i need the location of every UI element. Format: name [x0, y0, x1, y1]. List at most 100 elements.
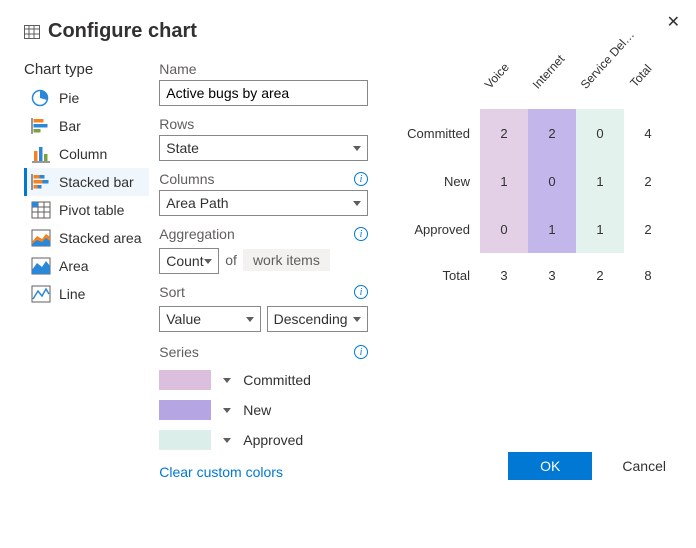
- preview-cell: 1: [576, 205, 624, 253]
- chart-type-area[interactable]: Area: [24, 252, 149, 280]
- chart-type-label: Column: [59, 146, 107, 162]
- preview-row: New1012: [404, 157, 672, 205]
- clear-custom-colors-link[interactable]: Clear custom colors: [159, 464, 283, 480]
- chevron-down-icon[interactable]: [223, 408, 231, 413]
- configure-chart-dialog: ✕ Configure chart Chart type Pie Bar Colum…: [0, 0, 696, 496]
- chart-type-bar[interactable]: Bar: [24, 112, 149, 140]
- chevron-down-icon: [246, 317, 254, 322]
- name-input[interactable]: [159, 80, 368, 106]
- name-label: Name: [159, 61, 368, 77]
- dialog-title: Configure chart: [48, 20, 197, 43]
- preview-row-label: Committed: [404, 126, 480, 141]
- column-chart-icon: [31, 145, 51, 163]
- sort-direction-value: Descending: [274, 311, 348, 327]
- preview-row-label: Total: [404, 268, 480, 283]
- chart-grid-icon: [24, 25, 40, 39]
- series-label: New: [243, 402, 271, 418]
- chart-type-heading: Chart type: [24, 61, 149, 78]
- chart-type-line[interactable]: Line: [24, 280, 149, 308]
- preview-cell: 1: [528, 205, 576, 253]
- sort-field-value: Value: [166, 311, 201, 327]
- preview-column-header: Internet: [518, 60, 561, 105]
- of-label: of: [225, 252, 237, 268]
- preview-cell: 0: [528, 157, 576, 205]
- rows-select[interactable]: State: [159, 135, 368, 161]
- pivot-chart-icon: [31, 201, 51, 219]
- series-label: Committed: [243, 372, 311, 388]
- series-item: Committed: [159, 370, 368, 390]
- preview-cell: 2: [528, 109, 576, 157]
- preview-row-label: Approved: [404, 222, 480, 237]
- rows-label: Rows: [159, 116, 194, 132]
- pie-chart-icon: [31, 89, 51, 107]
- series-item: New: [159, 400, 368, 420]
- ok-button[interactable]: OK: [508, 452, 592, 480]
- chevron-down-icon[interactable]: [223, 378, 231, 383]
- columns-select[interactable]: Area Path: [159, 190, 368, 216]
- dialog-footer: OK Cancel: [508, 452, 672, 480]
- chart-preview: VoiceInternetService Del…Total Committed…: [378, 61, 672, 480]
- columns-label: Columns: [159, 171, 214, 187]
- bar-chart-icon: [31, 117, 51, 135]
- info-icon[interactable]: i: [354, 172, 368, 186]
- chart-type-stacked-area[interactable]: Stacked area: [24, 224, 149, 252]
- aggregation-select[interactable]: Count: [159, 248, 219, 274]
- close-icon[interactable]: ✕: [667, 12, 680, 32]
- preview-row: Approved0112: [404, 205, 672, 253]
- chevron-down-icon[interactable]: [223, 438, 231, 443]
- area-chart-icon: [31, 257, 51, 275]
- chart-type-label: Bar: [59, 118, 81, 134]
- preview-total-row: Total3328: [404, 253, 672, 297]
- series-label: Series: [159, 344, 199, 360]
- preview-cell: 8: [624, 253, 672, 297]
- preview-row-label: New: [404, 174, 480, 189]
- chevron-down-icon: [204, 259, 212, 264]
- chart-type-label: Stacked area: [59, 230, 142, 246]
- chart-type-label: Stacked bar: [59, 174, 134, 190]
- series-color-swatch[interactable]: [159, 370, 211, 390]
- series-color-swatch[interactable]: [159, 430, 211, 450]
- preview-cell: 2: [624, 205, 672, 253]
- chevron-down-icon: [353, 317, 361, 322]
- columns-value: Area Path: [166, 195, 228, 211]
- sort-field-select[interactable]: Value: [159, 306, 260, 332]
- preview-cell: 0: [480, 205, 528, 253]
- cancel-button[interactable]: Cancel: [616, 457, 672, 475]
- info-icon[interactable]: i: [354, 227, 368, 241]
- info-icon[interactable]: i: [354, 345, 368, 359]
- preview-cell: 2: [624, 157, 672, 205]
- preview-column-header: Voice: [470, 60, 513, 105]
- preview-column-header: Service Del…: [566, 60, 609, 105]
- chart-config-form: Name Rows State Columns i Area Path Aggr…: [159, 61, 368, 480]
- preview-cell: 4: [624, 109, 672, 157]
- line-chart-icon: [31, 285, 51, 303]
- preview-row: Committed2204: [404, 109, 672, 157]
- preview-cell: 2: [480, 109, 528, 157]
- preview-cell: 2: [576, 253, 624, 297]
- info-icon[interactable]: i: [354, 285, 368, 299]
- dialog-header: Configure chart: [24, 20, 672, 43]
- preview-cell: 1: [576, 157, 624, 205]
- preview-cell: 3: [528, 253, 576, 297]
- chart-type-list: Chart type Pie Bar Column Stacked bar Pivot …: [24, 61, 149, 480]
- preview-cell: 0: [576, 109, 624, 157]
- aggregation-target: work items: [243, 249, 330, 271]
- chart-type-stacked-bar[interactable]: Stacked bar: [24, 168, 149, 196]
- preview-column-header: Total: [614, 60, 657, 105]
- chevron-down-icon: [353, 146, 361, 151]
- sort-label: Sort: [159, 284, 185, 300]
- series-label: Approved: [243, 432, 303, 448]
- chevron-down-icon: [353, 201, 361, 206]
- sort-direction-select[interactable]: Descending: [267, 306, 368, 332]
- aggregation-value: Count: [166, 253, 203, 269]
- chart-type-label: Line: [59, 286, 85, 302]
- chart-type-column[interactable]: Column: [24, 140, 149, 168]
- chart-type-pivot[interactable]: Pivot table: [24, 196, 149, 224]
- rows-value: State: [166, 140, 199, 156]
- chart-type-pie[interactable]: Pie: [24, 84, 149, 112]
- preview-cell: 1: [480, 157, 528, 205]
- series-color-swatch[interactable]: [159, 400, 211, 420]
- chart-type-label: Pivot table: [59, 202, 124, 218]
- preview-cell: 3: [480, 253, 528, 297]
- series-item: Approved: [159, 430, 368, 450]
